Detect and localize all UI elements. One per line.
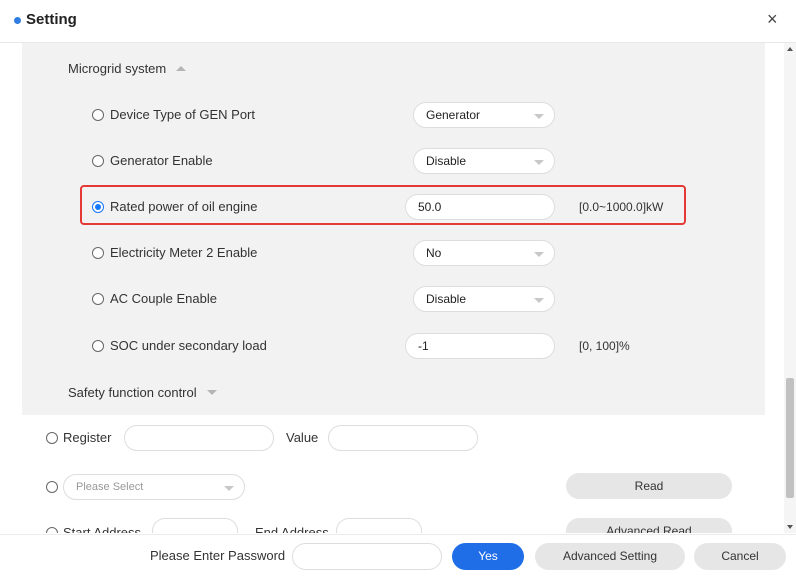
address-radio[interactable]: [46, 527, 58, 533]
microgrid-section-title: Microgrid system: [68, 61, 167, 76]
setting-label: Generator Enable: [110, 153, 213, 168]
select-radio[interactable]: [46, 481, 58, 493]
advanced-read-button[interactable]: Advanced Read: [566, 518, 732, 533]
expand-caret-icon: [206, 390, 217, 395]
dialog-header: Setting ×: [0, 0, 796, 43]
collapse-caret-icon: [176, 66, 187, 71]
value-input[interactable]: [328, 425, 478, 451]
settings-panel: Microgrid system Device Type of GEN Port…: [22, 43, 765, 415]
device-type-select[interactable]: Generator: [413, 102, 555, 128]
register-input[interactable]: [124, 425, 274, 451]
range-hint: [0, 100]%: [579, 339, 630, 353]
dialog-footer: Please Enter Password Yes Advanced Setti…: [0, 534, 796, 578]
password-label: Please Enter Password: [150, 548, 286, 563]
safety-section-toggle[interactable]: Safety function control: [68, 385, 217, 400]
generator-enable-select[interactable]: Disable: [413, 148, 555, 174]
scroll-down-icon[interactable]: [787, 525, 793, 529]
chevron-down-icon: [534, 252, 544, 257]
soc-input[interactable]: -1: [405, 333, 555, 359]
ac-couple-select[interactable]: Disable: [413, 286, 555, 312]
chevron-down-icon: [534, 298, 544, 303]
register-select[interactable]: Please Select: [63, 474, 245, 500]
end-address-label: End Address: [255, 525, 329, 533]
value-label: Value: [286, 430, 319, 445]
radio-button[interactable]: [92, 155, 104, 167]
setting-row-meter2: Electricity Meter 2 Enable No: [22, 233, 765, 273]
highlight-box: [80, 185, 686, 225]
setting-label: AC Couple Enable: [110, 291, 217, 306]
register-radio[interactable]: [46, 432, 58, 444]
title-dot-icon: [14, 17, 21, 24]
setting-row-device-type: Device Type of GEN Port Generator: [22, 95, 765, 135]
yes-button[interactable]: Yes: [452, 543, 524, 570]
setting-label: SOC under secondary load: [110, 338, 267, 353]
settings-scroll-area[interactable]: Microgrid system Device Type of GEN Port…: [0, 43, 784, 533]
select-value: Disable: [426, 154, 467, 168]
start-address-input[interactable]: [152, 518, 238, 533]
chevron-down-icon: [224, 486, 234, 491]
setting-row-ac-couple: AC Couple Enable Disable: [22, 279, 765, 319]
microgrid-section-toggle[interactable]: Microgrid system: [68, 61, 187, 76]
end-address-input[interactable]: [336, 518, 422, 533]
chevron-down-icon: [534, 160, 544, 165]
setting-row-generator-enable: Generator Enable Disable: [22, 141, 765, 181]
meter2-enable-select[interactable]: No: [413, 240, 555, 266]
setting-label: Device Type of GEN Port: [110, 107, 255, 122]
scrollbar-thumb[interactable]: [786, 378, 794, 498]
select-placeholder: Please Select: [76, 481, 144, 493]
select-value: Disable: [426, 292, 467, 306]
close-icon[interactable]: ×: [767, 9, 778, 30]
radio-button[interactable]: [92, 340, 104, 352]
vertical-scrollbar[interactable]: [784, 43, 796, 533]
safety-section-title: Safety function control: [68, 385, 197, 400]
select-value: No: [426, 246, 442, 260]
radio-button[interactable]: [92, 109, 104, 121]
scroll-up-icon[interactable]: [787, 47, 793, 51]
chevron-down-icon: [534, 114, 544, 119]
advanced-setting-button[interactable]: Advanced Setting: [535, 543, 685, 570]
register-label: Register: [63, 430, 112, 445]
password-input[interactable]: [292, 543, 442, 570]
cancel-button[interactable]: Cancel: [694, 543, 786, 570]
radio-button[interactable]: [92, 247, 104, 259]
dialog-title: Setting: [26, 11, 77, 28]
input-value: -1: [418, 339, 429, 353]
setting-row-soc: SOC under secondary load -1 [0, 100]%: [22, 326, 765, 366]
select-value: Generator: [426, 108, 481, 122]
radio-button[interactable]: [92, 293, 104, 305]
read-button[interactable]: Read: [566, 473, 732, 499]
start-address-label: Start Address: [63, 525, 142, 533]
setting-label: Electricity Meter 2 Enable: [110, 245, 258, 260]
